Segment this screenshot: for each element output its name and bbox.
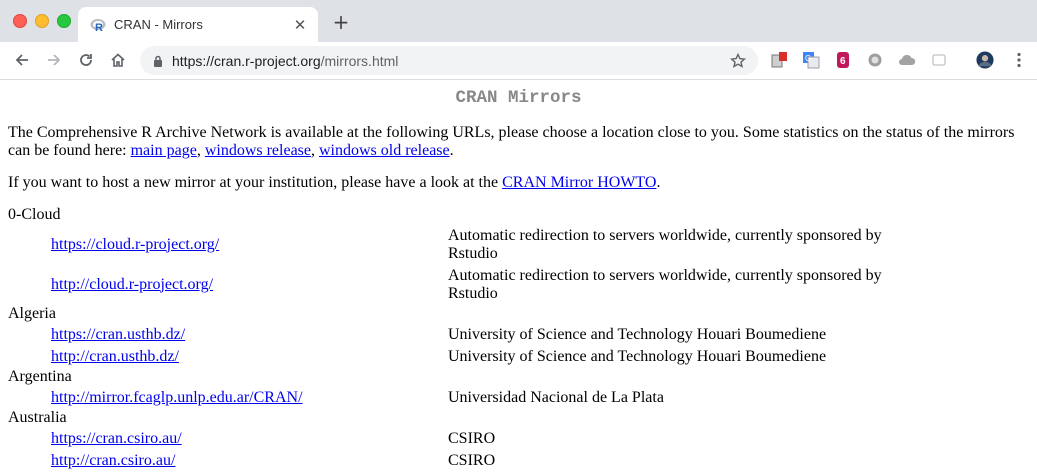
mirror-row: https://cran.csiro.au/CSIRO bbox=[8, 428, 888, 450]
mirror-list: 0-Cloud https://cloud.r-project.org/Autom… bbox=[8, 205, 1029, 472]
separator: , bbox=[311, 141, 319, 159]
lock-icon[interactable] bbox=[153, 55, 163, 67]
evernote-icon[interactable]: 6 bbox=[834, 51, 852, 69]
mirror-url-cell: http://mirror.fcaglp.unlp.edu.ar/CRAN/ bbox=[8, 387, 448, 409]
host-text: If you want to host a new mirror at your… bbox=[8, 173, 503, 191]
minimize-window-button[interactable] bbox=[35, 14, 49, 28]
page-title: CRAN Mirrors bbox=[455, 88, 582, 108]
mirror-row: http://cran.csiro.au/CSIRO bbox=[8, 450, 888, 472]
mirror-url-cell: https://cran.csiro.au/ bbox=[8, 428, 448, 450]
tab-title: CRAN - Mirrors bbox=[114, 17, 203, 32]
mirror-row: http://mirror.fcaglp.unlp.edu.ar/CRAN/Un… bbox=[8, 387, 888, 409]
cloud-icon[interactable] bbox=[898, 51, 916, 69]
period: . bbox=[449, 141, 454, 159]
mirror-table: https://cran.csiro.au/CSIRO http://cran.c… bbox=[8, 428, 888, 472]
mirror-description: Automatic redirection to servers worldwi… bbox=[448, 266, 882, 302]
url-host: https://cran.r-project.org bbox=[172, 52, 321, 69]
r-logo-icon: R bbox=[90, 17, 106, 33]
main-page-link[interactable]: main page bbox=[131, 142, 197, 159]
menu-dots-icon[interactable] bbox=[1010, 51, 1028, 69]
circle-icon[interactable] bbox=[866, 51, 884, 69]
back-arrow-icon bbox=[15, 54, 28, 66]
mirror-link[interactable]: http://cran.usthb.dz/ bbox=[51, 348, 179, 365]
svg-text:R: R bbox=[95, 22, 103, 32]
mirror-row: https://cran.usthb.dz/University of Scie… bbox=[8, 324, 888, 346]
new-tab-button[interactable]: + bbox=[330, 10, 352, 34]
mirror-url-cell: http://cran.csiro.au/ bbox=[8, 450, 448, 472]
blank-icon[interactable] bbox=[930, 51, 948, 69]
mirror-row: http://cran.usthb.dz/University of Scien… bbox=[8, 346, 888, 368]
country-heading: Australia bbox=[8, 408, 67, 426]
mirror-description: CSIRO bbox=[448, 429, 496, 447]
mirror-url-cell: https://cloud.r-project.org/ bbox=[8, 225, 448, 265]
forward-button[interactable] bbox=[42, 48, 66, 72]
mirror-row: https://cloud.r-project.org/Automatic re… bbox=[8, 225, 888, 265]
mirror-table: http://mirror.fcaglp.unlp.edu.ar/CRAN/Un… bbox=[8, 387, 888, 409]
bookmark-star-icon[interactable] bbox=[730, 52, 746, 69]
mirror-table: https://cloud.r-project.org/Automatic re… bbox=[8, 225, 888, 305]
mirror-link[interactable]: http://cloud.r-project.org/ bbox=[51, 276, 213, 293]
reload-button[interactable] bbox=[74, 48, 98, 72]
mirror-description: CSIRO bbox=[448, 451, 496, 469]
country-heading: Argentina bbox=[8, 367, 72, 385]
separator: , bbox=[196, 141, 205, 159]
back-button[interactable] bbox=[10, 48, 34, 72]
host-paragraph: If you want to host a new mirror at your… bbox=[8, 174, 1029, 192]
browser-toolbar: https://cran.r-project.org/mirrors.html … bbox=[0, 42, 1037, 80]
page-content: CRAN Mirrors The Comprehensive R Archive… bbox=[0, 88, 1037, 472]
reload-icon bbox=[80, 54, 92, 66]
mirror-link[interactable]: https://cran.csiro.au/ bbox=[51, 430, 182, 447]
maximize-window-button[interactable] bbox=[57, 14, 71, 28]
close-tab-icon[interactable]: ✕ bbox=[292, 16, 308, 34]
close-window-button[interactable] bbox=[13, 14, 27, 28]
mirror-url-cell: https://cran.usthb.dz/ bbox=[8, 324, 448, 346]
mirror-row: http://cloud.r-project.org/Automatic red… bbox=[8, 265, 888, 305]
mirror-link[interactable]: https://cran.usthb.dz/ bbox=[51, 326, 185, 343]
home-button[interactable] bbox=[106, 48, 130, 72]
window-controls bbox=[13, 14, 71, 28]
mirror-description: University of Science and Technology Hou… bbox=[448, 347, 827, 365]
svg-text:6: 6 bbox=[840, 56, 846, 67]
avatar[interactable] bbox=[976, 51, 994, 69]
mirror-link[interactable]: http://mirror.fcaglp.unlp.edu.ar/CRAN/ bbox=[51, 389, 303, 406]
address-bar[interactable]: https://cran.r-project.org/mirrors.html bbox=[140, 46, 758, 75]
mirror-url-cell: http://cran.usthb.dz/ bbox=[8, 346, 448, 368]
country-heading: 0-Cloud bbox=[8, 205, 61, 223]
url-path: /mirrors.html bbox=[320, 52, 399, 69]
svg-text:G: G bbox=[805, 54, 811, 63]
tab-strip: R CRAN - Mirrors ✕ + bbox=[0, 0, 1037, 42]
mirror-description: Universidad Nacional de La Plata bbox=[448, 388, 664, 406]
country-heading: Algeria bbox=[8, 304, 56, 322]
mirror-howto-link[interactable]: CRAN Mirror HOWTO bbox=[502, 174, 656, 191]
mirror-url-cell: http://cloud.r-project.org/ bbox=[8, 265, 448, 305]
windows-old-release-link[interactable]: windows old release bbox=[319, 142, 450, 159]
browser-tab[interactable]: R CRAN - Mirrors ✕ bbox=[78, 7, 318, 42]
pdf-icon[interactable] bbox=[770, 51, 788, 69]
forward-arrow-icon bbox=[48, 54, 61, 66]
period: . bbox=[656, 173, 661, 191]
mirror-table: https://cran.usthb.dz/University of Scie… bbox=[8, 324, 888, 368]
intro-paragraph: The Comprehensive R Archive Network is a… bbox=[8, 124, 1029, 160]
url-text[interactable]: https://cran.r-project.org/mirrors.html bbox=[172, 53, 730, 69]
mirror-description: University of Science and Technology Hou… bbox=[448, 325, 827, 343]
mirror-description: Automatic redirection to servers worldwi… bbox=[448, 226, 882, 262]
mirror-link[interactable]: https://cloud.r-project.org/ bbox=[51, 236, 219, 253]
windows-release-link[interactable]: windows release bbox=[205, 142, 311, 159]
translate-icon[interactable]: G bbox=[802, 51, 820, 69]
home-icon bbox=[111, 53, 125, 67]
